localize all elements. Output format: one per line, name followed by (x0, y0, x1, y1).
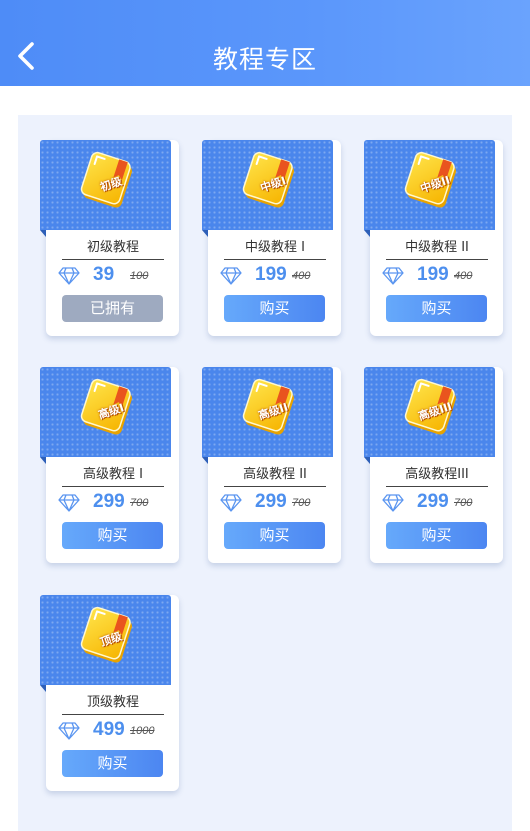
diamond-icon (58, 494, 80, 512)
buy-button[interactable]: 购买 (386, 295, 487, 322)
course-name: 中级教程 I (224, 236, 326, 260)
original-price: 1000 (130, 725, 155, 737)
course-name: 高级教程 I (62, 463, 164, 487)
diamond-icon (382, 494, 404, 512)
course-name: 中级教程 II (386, 236, 488, 260)
original-price: 100 (130, 270, 149, 282)
book-icon: 中级I (241, 151, 299, 210)
original-price: 700 (454, 497, 473, 509)
price-value: 39 (93, 264, 115, 285)
course-card[interactable]: 初级 初级教程 39 100 已拥有 (40, 140, 179, 336)
price-value: 299 (255, 491, 287, 512)
card-banner: 高级III (364, 367, 495, 464)
book-icon: 中级II (403, 151, 461, 210)
owned-button[interactable]: 已拥有 (62, 295, 163, 322)
course-card[interactable]: 高级III 高级教程III 299 700 购买 (364, 367, 503, 563)
course-card[interactable]: 中级II 中级教程 II 199 400 购买 (364, 140, 503, 336)
book-icon: 顶级 (79, 606, 137, 665)
header-bar: 教程专区 (0, 0, 530, 86)
course-card[interactable]: 顶级 顶级教程 499 1000 购买 (40, 595, 179, 791)
card-banner: 初级 (40, 140, 171, 237)
card-banner: 高级II (202, 367, 333, 464)
price-value: 299 (93, 491, 125, 512)
course-card[interactable]: 高级II 高级教程 II 299 700 购买 (202, 367, 341, 563)
buy-button[interactable]: 购买 (386, 522, 487, 549)
course-card[interactable]: 中级I 中级教程 I 199 400 购买 (202, 140, 341, 336)
diamond-icon (220, 267, 242, 285)
price-value: 199 (255, 264, 287, 285)
card-banner: 高级I (40, 367, 171, 464)
course-name: 高级教程 II (224, 463, 326, 487)
diamond-icon (382, 267, 404, 285)
buy-button[interactable]: 购买 (62, 522, 163, 549)
buy-button[interactable]: 购买 (62, 750, 163, 777)
price-value: 299 (417, 491, 449, 512)
buy-button[interactable]: 购买 (224, 295, 325, 322)
price-value: 199 (417, 264, 449, 285)
course-name: 初级教程 (62, 236, 164, 260)
diamond-icon (58, 722, 80, 740)
original-price: 700 (292, 497, 311, 509)
buy-button[interactable]: 购买 (224, 522, 325, 549)
course-name: 高级教程III (386, 463, 488, 487)
card-banner: 顶级 (40, 595, 171, 692)
page-title: 教程专区 (212, 45, 317, 74)
course-name: 顶级教程 (62, 691, 164, 715)
book-icon: 高级II (241, 378, 299, 437)
original-price: 400 (454, 270, 473, 282)
course-card[interactable]: 高级I 高级教程 I 299 700 购买 (40, 367, 179, 563)
original-price: 400 (292, 270, 311, 282)
card-banner: 中级II (364, 140, 495, 237)
book-icon: 高级I (79, 378, 137, 437)
diamond-icon (58, 267, 80, 285)
book-icon: 初级 (79, 151, 137, 210)
course-grid: 初级 初级教程 39 100 已拥有 中级I 中级教程 I 199 400 购买… (18, 115, 512, 831)
book-icon: 高级III (403, 378, 461, 437)
card-banner: 中级I (202, 140, 333, 237)
original-price: 700 (130, 497, 149, 509)
price-value: 499 (93, 719, 125, 740)
diamond-icon (220, 494, 242, 512)
